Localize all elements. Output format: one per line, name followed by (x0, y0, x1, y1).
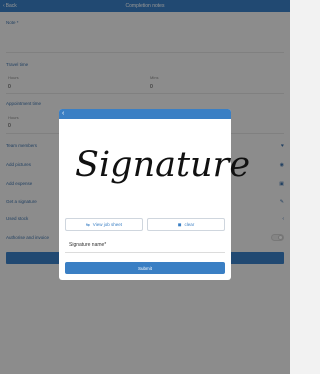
signature-drawing: Signature (75, 145, 251, 185)
signature-pad[interactable]: Signature (65, 123, 250, 211)
chevron-left-icon[interactable]: ‹ (62, 110, 64, 118)
view-job-sheet-label: View job sheet (92, 222, 122, 227)
divider (65, 252, 225, 253)
clear-label: clear (184, 222, 195, 227)
view-job-sheet-button[interactable]: ⇆ View job sheet (65, 218, 143, 231)
submit-button[interactable]: Submit (65, 262, 225, 274)
trash-icon: ◼ (177, 221, 182, 227)
view-icon: ⇆ (86, 221, 90, 227)
clear-button[interactable]: ◼ clear (147, 218, 225, 231)
modal-header: ‹ (59, 109, 231, 119)
signature-name-field[interactable]: Signature name* (69, 242, 106, 248)
